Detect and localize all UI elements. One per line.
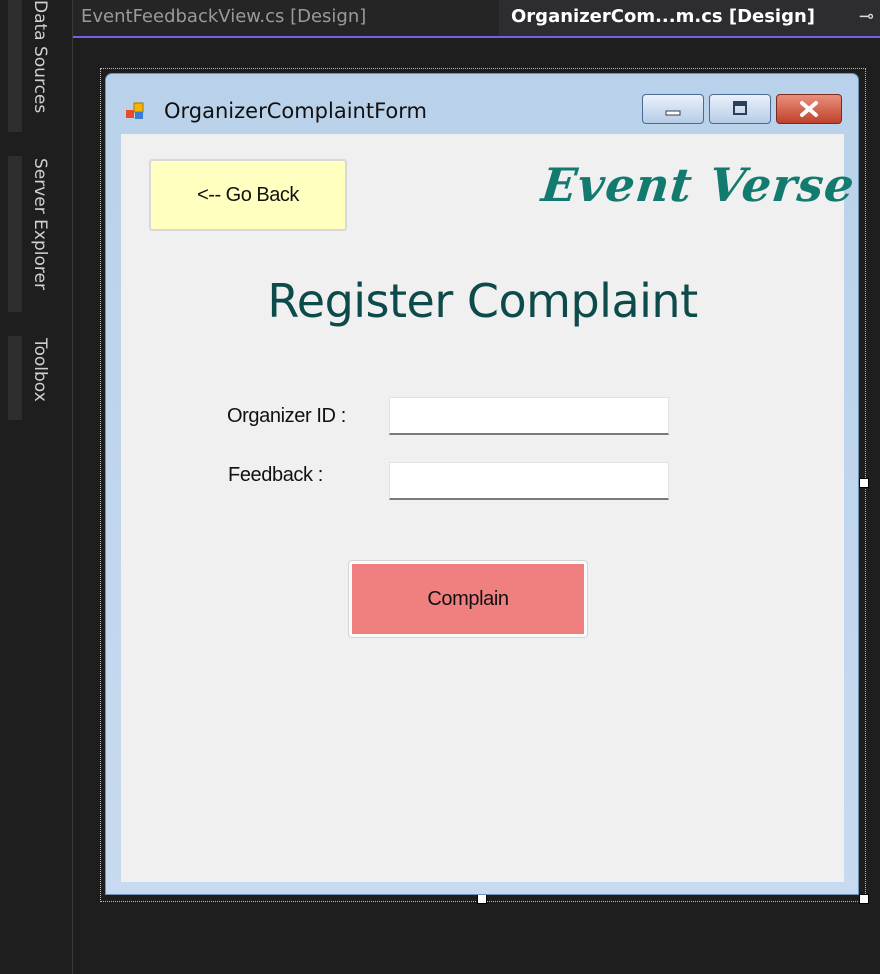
feedback-input[interactable] — [389, 462, 669, 500]
app-form-icon — [126, 102, 144, 119]
dock-tab-server-explorer-bar[interactable] — [8, 156, 22, 312]
close-icon — [800, 101, 818, 117]
dock-tab-toolbox[interactable]: Toolbox — [30, 338, 50, 402]
complain-button[interactable]: Complain — [348, 560, 588, 638]
page-title: Register Complaint — [267, 274, 698, 328]
pin-icon[interactable]: ⊸ — [859, 0, 874, 34]
dock-tab-toolbox-bar[interactable] — [8, 336, 22, 420]
organizer-id-input[interactable] — [389, 397, 669, 435]
resize-handle-right[interactable] — [859, 478, 869, 488]
tab-event-feedback-view[interactable]: EventFeedbackView.cs [Design] — [81, 0, 421, 36]
tab-organizer-complaint-form[interactable]: OrganizerCom...m.cs [Design] ⊸ — [499, 0, 880, 36]
close-button[interactable] — [776, 94, 842, 124]
minimize-icon — [665, 110, 681, 116]
dock-tab-data-sources[interactable]: Data Sources — [30, 0, 50, 113]
dock-tab-server-explorer[interactable]: Server Explorer — [30, 158, 50, 290]
organizer-id-label: Organizer ID : — [227, 405, 346, 427]
resize-handle-bottom-right[interactable] — [859, 894, 869, 904]
form-window[interactable]: OrganizerComplaintForm <-- Go Back Event… — [105, 73, 859, 895]
document-tab-strip: EventFeedbackView.cs [Design] OrganizerC… — [73, 0, 880, 38]
resize-handle-bottom[interactable] — [477, 894, 487, 904]
go-back-button[interactable]: <-- Go Back — [149, 159, 347, 231]
left-dock: Data Sources Server Explorer Toolbox — [0, 0, 73, 974]
maximize-icon — [733, 101, 747, 115]
window-title: OrganizerComplaintForm — [164, 99, 427, 123]
title-bar[interactable]: OrganizerComplaintForm — [106, 74, 858, 134]
feedback-label: Feedback : — [228, 464, 323, 486]
dock-tab-data-sources-bar[interactable] — [8, 0, 22, 132]
maximize-button[interactable] — [709, 94, 771, 124]
minimize-button[interactable] — [642, 94, 704, 124]
form-client-area: <-- Go Back Event Verse Register Complai… — [121, 134, 858, 882]
tab-organizer-complaint-form-label: OrganizerCom...m.cs [Design] — [511, 6, 816, 27]
event-verse-logo: Event Verse — [539, 158, 858, 212]
